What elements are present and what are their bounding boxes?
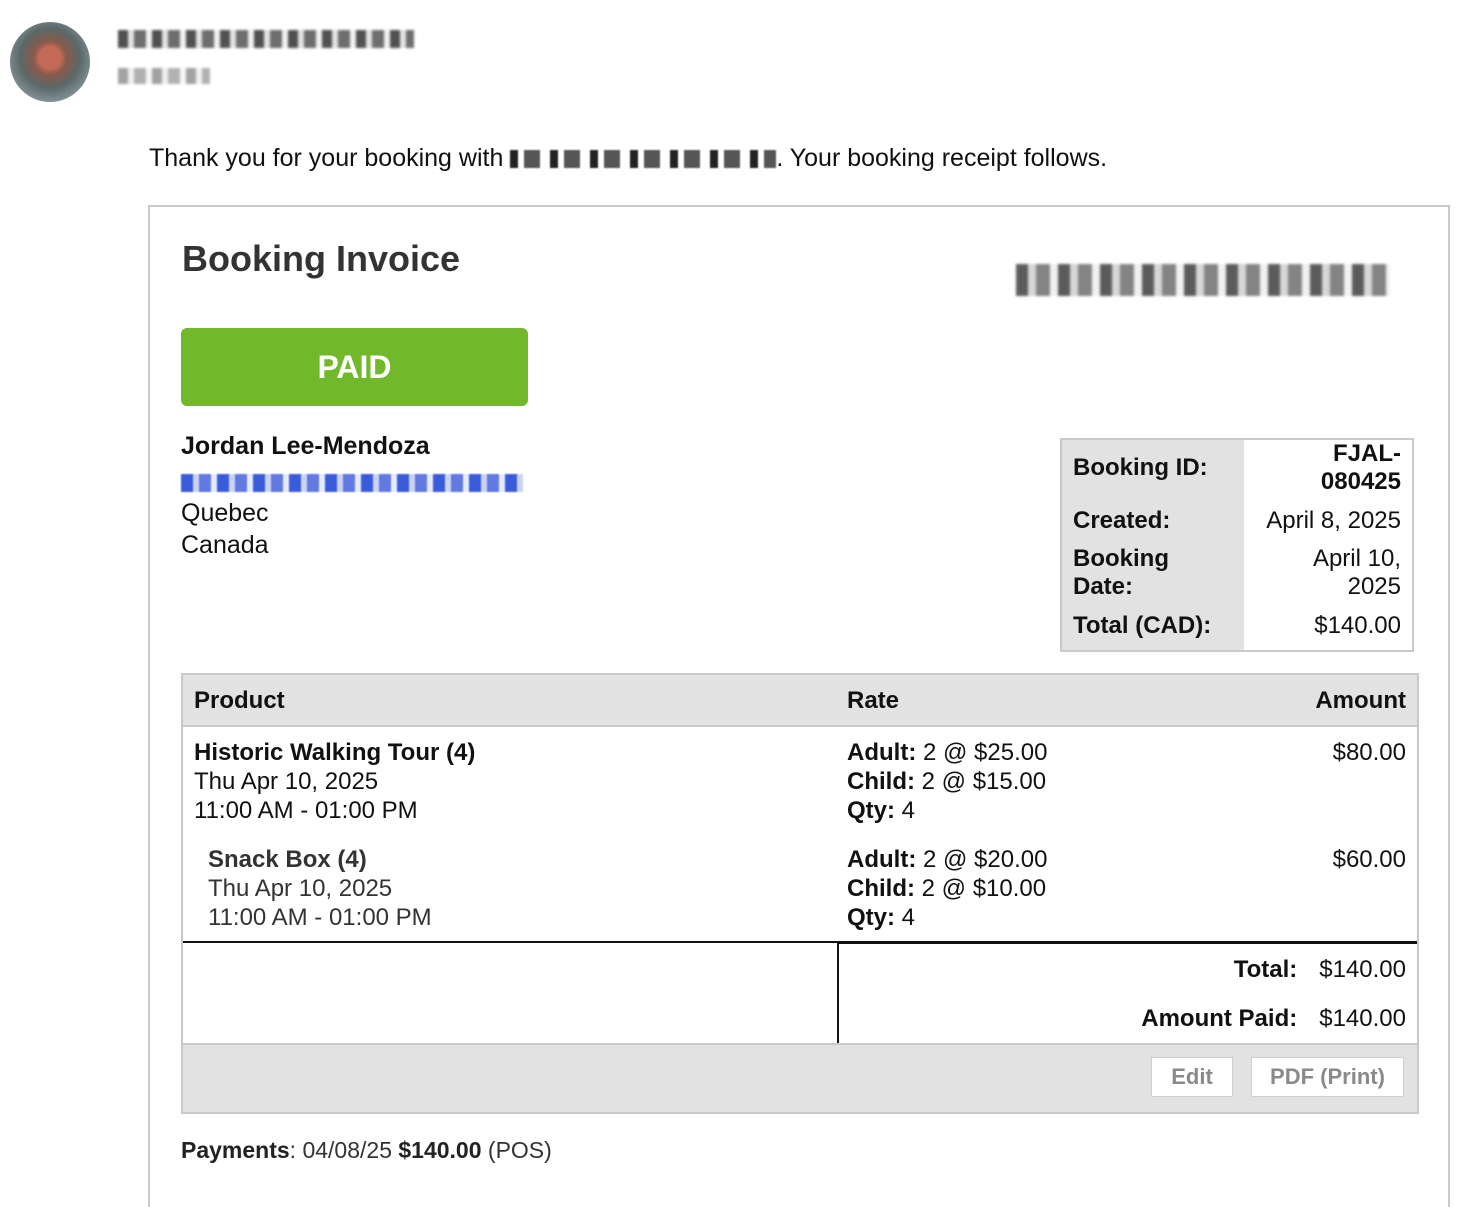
payment-date: 04/08/25 — [302, 1137, 392, 1163]
product-cell: Historic Walking Tour (4) Thu Apr 10, 20… — [194, 738, 475, 825]
booking-id-label: Booking ID: — [1061, 439, 1244, 496]
total-cad-value: $140.00 — [1244, 601, 1413, 651]
qty-value: 4 — [901, 904, 916, 931]
product-date: Thu Apr 10, 2025 — [208, 875, 393, 902]
intro-suffix: . Your booking receipt follows. — [776, 144, 1108, 172]
business-name-redacted — [510, 150, 777, 168]
total-line: Total: $140.00 — [1234, 956, 1406, 984]
pdf-print-button[interactable]: PDF (Print) — [1251, 1057, 1404, 1097]
payment-method: (POS) — [487, 1137, 552, 1163]
child-rate: 2 @ $10.00 — [921, 875, 1047, 902]
booking-date-row: Booking Date: April 10, 2025 — [1061, 545, 1413, 601]
qty-label: Qty: — [847, 904, 895, 931]
header-amount: Amount — [1315, 687, 1406, 714]
invoice-title: Booking Invoice — [182, 238, 461, 279]
actions-bar: Edit PDF (Print) — [183, 1043, 1417, 1112]
booking-date-value: April 10, 2025 — [1244, 545, 1413, 601]
booking-id-row: Booking ID: FJAL-080425 — [1061, 439, 1413, 496]
adult-rate: 2 @ $20.00 — [922, 846, 1048, 873]
customer-name: Jordan Lee-Mendoza — [181, 432, 430, 460]
amount-paid-line: Amount Paid: $140.00 — [1141, 1005, 1406, 1033]
booking-id-value: FJAL-080425 — [1244, 439, 1413, 496]
intro-prefix: Thank you for your booking with — [149, 144, 504, 172]
total-value: $140.00 — [1319, 956, 1406, 983]
amount-cell: $80.00 — [1332, 739, 1406, 766]
sender-subtitle-redacted — [118, 68, 210, 84]
customer-country: Canada — [181, 531, 269, 559]
product-cell: Snack Box (4) Thu Apr 10, 2025 11:00 AM … — [208, 845, 432, 932]
created-label: Created: — [1061, 496, 1244, 545]
product-name: Snack Box (4) — [208, 846, 367, 873]
total-cad-row: Total (CAD): $140.00 — [1061, 601, 1413, 651]
adult-label: Adult: — [847, 846, 917, 873]
sender-avatar — [10, 22, 90, 102]
payments-label: Payments — [181, 1137, 290, 1163]
created-value: April 8, 2025 — [1244, 496, 1413, 545]
product-date: Thu Apr 10, 2025 — [194, 768, 379, 795]
amount-paid-label: Amount Paid: — [1141, 1005, 1298, 1032]
totals-rule — [839, 941, 1417, 944]
header-product: Product — [194, 687, 285, 714]
paid-status-badge: PAID — [181, 328, 528, 406]
edit-button[interactable]: Edit — [1151, 1057, 1233, 1097]
adult-rate: 2 @ $25.00 — [922, 739, 1048, 766]
booking-summary-table: Booking ID: FJAL-080425 Created: April 8… — [1060, 438, 1414, 652]
line-items-table: Product Rate Amount Historic Walking Tou… — [181, 673, 1419, 1114]
totals-divider — [837, 943, 839, 1043]
payment-amount: $140.00 — [398, 1137, 482, 1163]
business-logo-redacted — [1016, 264, 1390, 296]
table-header: Product Rate Amount — [183, 675, 1417, 727]
child-label: Child: — [847, 768, 915, 795]
intro-text: Thank you for your booking with . Your b… — [149, 144, 1107, 173]
total-cad-label: Total (CAD): — [1061, 601, 1244, 651]
amount-cell: $60.00 — [1332, 846, 1406, 873]
rate-cell: Adult: 2 @ $20.00 Child: 2 @ $10.00 Qty:… — [847, 845, 1047, 932]
child-label: Child: — [847, 875, 915, 902]
totals-section: Total: $140.00 Amount Paid: $140.00 — [183, 941, 1417, 1043]
adult-label: Adult: — [847, 739, 917, 766]
booking-date-label: Booking Date: — [1061, 545, 1244, 601]
sender-name-redacted — [118, 30, 414, 48]
amount-paid-value: $140.00 — [1319, 1005, 1406, 1032]
qty-value: 4 — [901, 797, 916, 824]
table-row: Historic Walking Tour (4) Thu Apr 10, 20… — [183, 727, 1417, 834]
rate-cell: Adult: 2 @ $25.00 Child: 2 @ $15.00 Qty:… — [847, 738, 1047, 825]
payments-line: Payments: 04/08/25 $140.00 (POS) — [181, 1137, 552, 1163]
child-rate: 2 @ $15.00 — [921, 768, 1047, 795]
product-time: 11:00 AM - 01:00 PM — [208, 904, 432, 931]
customer-region: Quebec — [181, 499, 269, 527]
customer-email-redacted[interactable] — [181, 474, 523, 492]
created-row: Created: April 8, 2025 — [1061, 496, 1413, 545]
table-row: Snack Box (4) Thu Apr 10, 2025 11:00 AM … — [183, 834, 1417, 941]
header-rate: Rate — [847, 687, 900, 714]
qty-label: Qty: — [847, 797, 895, 824]
total-label: Total: — [1233, 956, 1298, 983]
product-time: 11:00 AM - 01:00 PM — [194, 797, 418, 824]
product-name: Historic Walking Tour (4) — [194, 739, 476, 766]
